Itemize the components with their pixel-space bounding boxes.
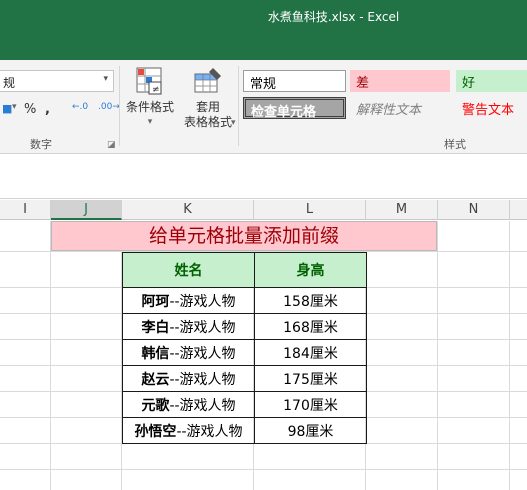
percent-button[interactable]: % [24,102,36,117]
spreadsheet-grid[interactable]: 给单元格批量添加前缀 姓名 身高 阿珂--游戏人物 158厘米 李白--游戏人物… [0,221,527,490]
gridline [50,221,51,490]
name-cell[interactable]: 阿珂--游戏人物 [122,287,255,314]
name-cell[interactable]: 元歌--游戏人物 [122,391,255,418]
column-header-row: I J K L M N [0,200,527,220]
height-cell[interactable]: 184厘米 [254,339,367,366]
height-cell[interactable]: 170厘米 [254,391,367,418]
group-separator [119,66,120,146]
gridline [437,221,438,490]
number-format-value: 规 [3,76,16,90]
column-header-k[interactable]: K [122,200,254,220]
style-check-cell[interactable]: 检查单元格 [243,97,346,120]
table-format-label-2: 表格格式 [183,115,232,129]
table-row: 赵云--游戏人物 175厘米 [122,365,367,392]
style-warning[interactable]: 警告文本 [456,97,527,119]
name-cell[interactable]: 韩信--游戏人物 [122,339,255,366]
name-text: 李白 [141,319,170,336]
ribbon: 规 ▾ ■ ▾ % , ←.0 .00→ 数字 ◪ ≠ 条件格式 ▾ 套用 表格… [0,60,527,154]
column-header-o[interactable] [510,200,527,220]
name-cell[interactable]: 孙悟空--游戏人物 [122,417,255,444]
conditional-formatting-button[interactable]: ≠ 条件格式 ▾ [124,66,176,130]
suffix-text: --游戏人物 [169,293,236,310]
name-text: 赵云 [141,371,170,388]
height-cell[interactable]: 175厘米 [254,365,367,392]
style-normal[interactable]: 常规 [243,70,346,92]
comma-button[interactable]: , [45,102,50,117]
increase-decimal-button[interactable]: ←.0 [72,102,88,112]
group-separator [238,66,239,146]
dialog-launcher-icon[interactable]: ◪ [107,140,116,150]
table-row: 韩信--游戏人物 184厘米 [122,339,367,366]
table-format-label-1: 套用 [195,100,220,114]
column-header-j[interactable]: J [51,200,122,220]
data-table: 姓名 身高 阿珂--游戏人物 158厘米 李白--游戏人物 168厘米 韩信--… [122,252,367,444]
format-as-table-button[interactable]: 套用 表格格式 [178,66,238,130]
name-cell[interactable]: 赵云--游戏人物 [122,365,255,392]
column-header-l[interactable]: L [254,200,366,220]
style-bad[interactable]: 差 [350,70,450,92]
style-explanatory[interactable]: 解释性文本 [350,97,450,119]
currency-icon[interactable]: ■ [2,102,12,115]
format-as-table-icon [193,66,223,96]
column-header-i[interactable]: I [0,200,51,220]
number-group-label: 数字 [30,138,52,151]
conditional-format-icon: ≠ [135,66,165,96]
header-height[interactable]: 身高 [254,252,367,288]
svg-text:≠: ≠ [152,85,160,95]
banner-cell[interactable]: 给单元格批量添加前缀 [51,221,437,251]
styles-group-label: 样式 [444,138,466,151]
height-cell[interactable]: 98厘米 [254,417,367,444]
gridline [0,469,527,470]
chevron-down-icon: ▾ [12,102,17,112]
height-cell[interactable]: 168厘米 [254,313,367,340]
title-bar: 水煮鱼科技.xlsx - Excel [0,0,527,60]
decrease-decimal-button[interactable]: .00→ [98,102,120,112]
suffix-text: --游戏人物 [176,423,243,440]
table-row: 孙悟空--游戏人物 98厘米 [122,417,367,444]
name-text: 孙悟空 [134,423,177,440]
table-row: 李白--游戏人物 168厘米 [122,313,367,340]
name-text: 元歌 [141,397,170,414]
column-header-m[interactable]: M [366,200,438,220]
table-row: 阿珂--游戏人物 158厘米 [122,287,367,314]
gridline [509,221,510,490]
chevron-down-icon: ▾ [147,117,153,127]
height-cell[interactable]: 158厘米 [254,287,367,314]
name-cell[interactable]: 李白--游戏人物 [122,313,255,340]
table-header-row: 姓名 身高 [122,252,367,288]
header-name[interactable]: 姓名 [122,252,255,288]
table-row: 元歌--游戏人物 170厘米 [122,391,367,418]
window-title: 水煮鱼科技.xlsx - Excel [267,10,400,24]
suffix-text: --游戏人物 [169,371,236,388]
suffix-text: --游戏人物 [169,319,236,336]
column-header-n[interactable]: N [438,200,510,220]
style-good[interactable]: 好 [456,70,527,92]
conditional-format-label: 条件格式 [125,100,174,114]
suffix-text: --游戏人物 [169,345,236,362]
chevron-down-icon: ▾ [231,118,236,128]
suffix-text: --游戏人物 [169,397,236,414]
formula-bar-area [0,155,527,199]
name-text: 阿珂 [141,293,170,310]
number-format-dropdown[interactable]: 规 ▾ [0,70,114,92]
chevron-down-icon: ▾ [103,74,108,84]
name-text: 韩信 [141,345,170,362]
